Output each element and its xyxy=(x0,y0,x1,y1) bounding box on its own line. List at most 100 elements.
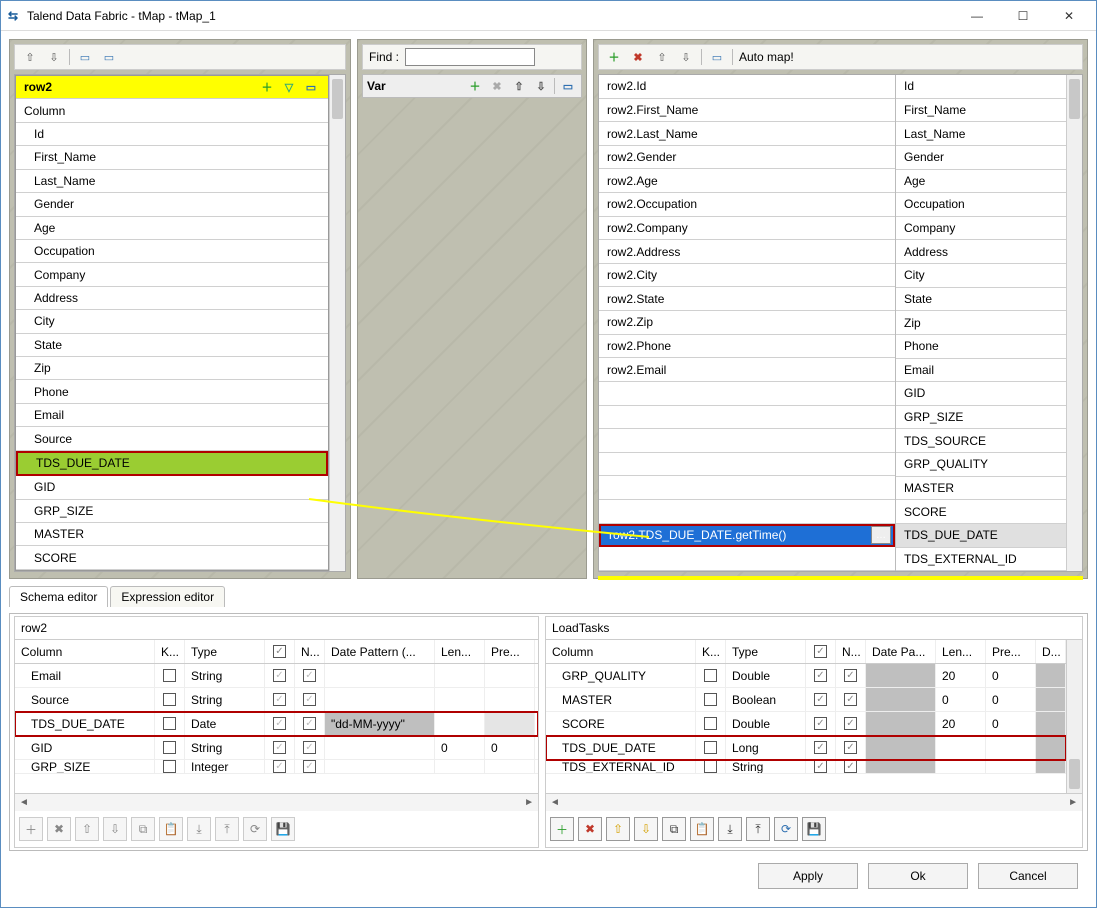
tool-export[interactable]: ⤒ xyxy=(215,817,239,841)
output-column-tds_source[interactable]: TDS_SOURCE xyxy=(896,429,1066,453)
schema-right-row[interactable]: TDS_DUE_DATELong xyxy=(546,736,1066,760)
output-column-phone[interactable]: Phone xyxy=(896,335,1066,359)
schema-header-cell[interactable]: N... xyxy=(836,640,866,663)
var-up-icon[interactable]: ⇧ xyxy=(510,77,528,95)
input-column-source[interactable]: Source xyxy=(16,427,328,450)
input-column-email[interactable]: Email xyxy=(16,404,328,427)
output-expression-row[interactable] xyxy=(599,406,895,430)
output-expression-row[interactable]: row2.Email xyxy=(599,358,895,382)
output-expression-row[interactable]: row2.Occupation xyxy=(599,193,895,217)
schema-header-cell[interactable]: K... xyxy=(155,640,185,663)
output-column-grp_quality[interactable]: GRP_QUALITY xyxy=(896,453,1066,477)
tool-remove[interactable]: ✖ xyxy=(578,817,602,841)
schema-header-cell[interactable]: Column xyxy=(15,640,155,663)
output-expression-row[interactable]: row2.Address xyxy=(599,240,895,264)
tool-down[interactable]: ⇩ xyxy=(634,817,658,841)
output-expression-row[interactable] xyxy=(599,453,895,477)
output-column-first_name[interactable]: First_Name xyxy=(896,99,1066,123)
input-table-header[interactable]: row2＋▽▭ xyxy=(16,76,328,99)
schema-left-row[interactable]: SourceString xyxy=(15,688,538,712)
tab-schema-editor[interactable]: Schema editor xyxy=(9,586,108,607)
schema-header-cell[interactable]: Type xyxy=(185,640,265,663)
output-expression-row[interactable]: row2.Zip xyxy=(599,311,895,335)
output-expression-row[interactable]: row2.City xyxy=(599,264,895,288)
output-down-icon[interactable]: ⇩ xyxy=(677,48,695,66)
tool-add[interactable]: ＋ xyxy=(19,817,43,841)
schema-left-row[interactable]: TDS_DUE_DATEDate"dd-MM-yyyy" xyxy=(15,712,538,736)
schema-header-cell[interactable]: Len... xyxy=(435,640,485,663)
schema-header-cell[interactable]: N... xyxy=(295,640,325,663)
find-input[interactable] xyxy=(405,48,535,66)
output-up-icon[interactable]: ⇧ xyxy=(653,48,671,66)
schema-left-row[interactable]: EmailString xyxy=(15,664,538,688)
apply-button[interactable]: Apply xyxy=(758,863,858,889)
input-column-last_name[interactable]: Last_Name xyxy=(16,170,328,193)
output-expression-row[interactable]: row2.TDS_DUE_DATE.getTime()… xyxy=(599,524,895,548)
maximize-button[interactable]: ☐ xyxy=(1000,1,1046,31)
close-button[interactable]: ✕ xyxy=(1046,1,1092,31)
output-add-icon[interactable]: ＋ xyxy=(605,48,623,66)
output-column-company[interactable]: Company xyxy=(896,217,1066,241)
schema-header-cell[interactable]: Date Pa... xyxy=(866,640,936,663)
schema-right-vscroll[interactable] xyxy=(1066,640,1082,793)
input-column-state[interactable]: State xyxy=(16,334,328,357)
output-expression-row[interactable] xyxy=(599,547,895,571)
schema-header-cell[interactable] xyxy=(806,640,836,663)
tool-export[interactable]: ⤒ xyxy=(746,817,770,841)
input-column-gid[interactable]: GID xyxy=(16,476,328,499)
output-column-occupation[interactable]: Occupation xyxy=(896,193,1066,217)
output-column-id[interactable]: Id xyxy=(896,75,1066,99)
tool-sync[interactable]: ⟳ xyxy=(243,817,267,841)
output-expression-row[interactable]: row2.First_Name xyxy=(599,99,895,123)
output-expression-row[interactable] xyxy=(599,382,895,406)
output-column-gender[interactable]: Gender xyxy=(896,146,1066,170)
var-layout-icon[interactable]: ▭ xyxy=(559,77,577,95)
schema-header-cell[interactable]: K... xyxy=(696,640,726,663)
schema-right-hscroll[interactable]: ◄► xyxy=(546,793,1082,811)
output-column-master[interactable]: MASTER xyxy=(896,477,1066,501)
tool-save[interactable]: 💾 xyxy=(271,817,295,841)
minimize-button[interactable]: — xyxy=(954,1,1000,31)
input-column-age[interactable]: Age xyxy=(16,217,328,240)
output-expression-row[interactable]: row2.Company xyxy=(599,217,895,241)
tool-paste[interactable]: 📋 xyxy=(159,817,183,841)
tool-import[interactable]: ⤓ xyxy=(187,817,211,841)
output-column-city[interactable]: City xyxy=(896,264,1066,288)
expression-builder-button[interactable]: … xyxy=(871,526,891,544)
tool-add[interactable]: ＋ xyxy=(550,817,574,841)
output-column-age[interactable]: Age xyxy=(896,170,1066,194)
input-column-city[interactable]: City xyxy=(16,310,328,333)
tool-sync[interactable]: ⟳ xyxy=(774,817,798,841)
input-column-master[interactable]: MASTER xyxy=(16,523,328,546)
output-expression-row[interactable]: row2.Gender xyxy=(599,146,895,170)
arrow-up-icon[interactable]: ⇧ xyxy=(21,48,39,66)
input-column-address[interactable]: Address xyxy=(16,287,328,310)
output-expression-row[interactable]: row2.State xyxy=(599,287,895,311)
schema-right-row[interactable]: GRP_QUALITYDouble200 xyxy=(546,664,1066,688)
schema-header-cell[interactable]: Len... xyxy=(936,640,986,663)
schema-header-cell[interactable]: Date Pattern (... xyxy=(325,640,435,663)
input-column-score[interactable]: SCORE xyxy=(16,546,328,569)
layout2-icon[interactable]: ▭ xyxy=(100,48,118,66)
tool-up[interactable]: ⇧ xyxy=(75,817,99,841)
var-down-icon[interactable]: ⇩ xyxy=(532,77,550,95)
input-column-grp_size[interactable]: GRP_SIZE xyxy=(16,500,328,523)
schema-right-row[interactable]: TDS_EXTERNAL_IDString xyxy=(546,760,1066,774)
expr-text[interactable]: row2.TDS_DUE_DATE.getTime() xyxy=(609,528,871,542)
output-column-score[interactable]: SCORE xyxy=(896,500,1066,524)
input-column-gender[interactable]: Gender xyxy=(16,193,328,216)
output-remove-icon[interactable]: ✖ xyxy=(629,48,647,66)
ok-button[interactable]: Ok xyxy=(868,863,968,889)
schema-right-row[interactable]: MASTERBoolean00 xyxy=(546,688,1066,712)
arrow-down-icon[interactable]: ⇩ xyxy=(45,48,63,66)
var-add-icon[interactable]: ＋ xyxy=(466,77,484,95)
input-column-phone[interactable]: Phone xyxy=(16,380,328,403)
schema-left-hscroll[interactable]: ◄► xyxy=(15,793,538,811)
tool-up[interactable]: ⇧ xyxy=(606,817,630,841)
input-column-first_name[interactable]: First_Name xyxy=(16,146,328,169)
output-column-address[interactable]: Address xyxy=(896,240,1066,264)
output-expression-row[interactable]: row2.Age xyxy=(599,169,895,193)
schema-header-cell[interactable]: D... xyxy=(1036,640,1066,663)
output-column-tds_external_id[interactable]: TDS_EXTERNAL_ID xyxy=(896,548,1066,572)
tool-import[interactable]: ⤓ xyxy=(718,817,742,841)
